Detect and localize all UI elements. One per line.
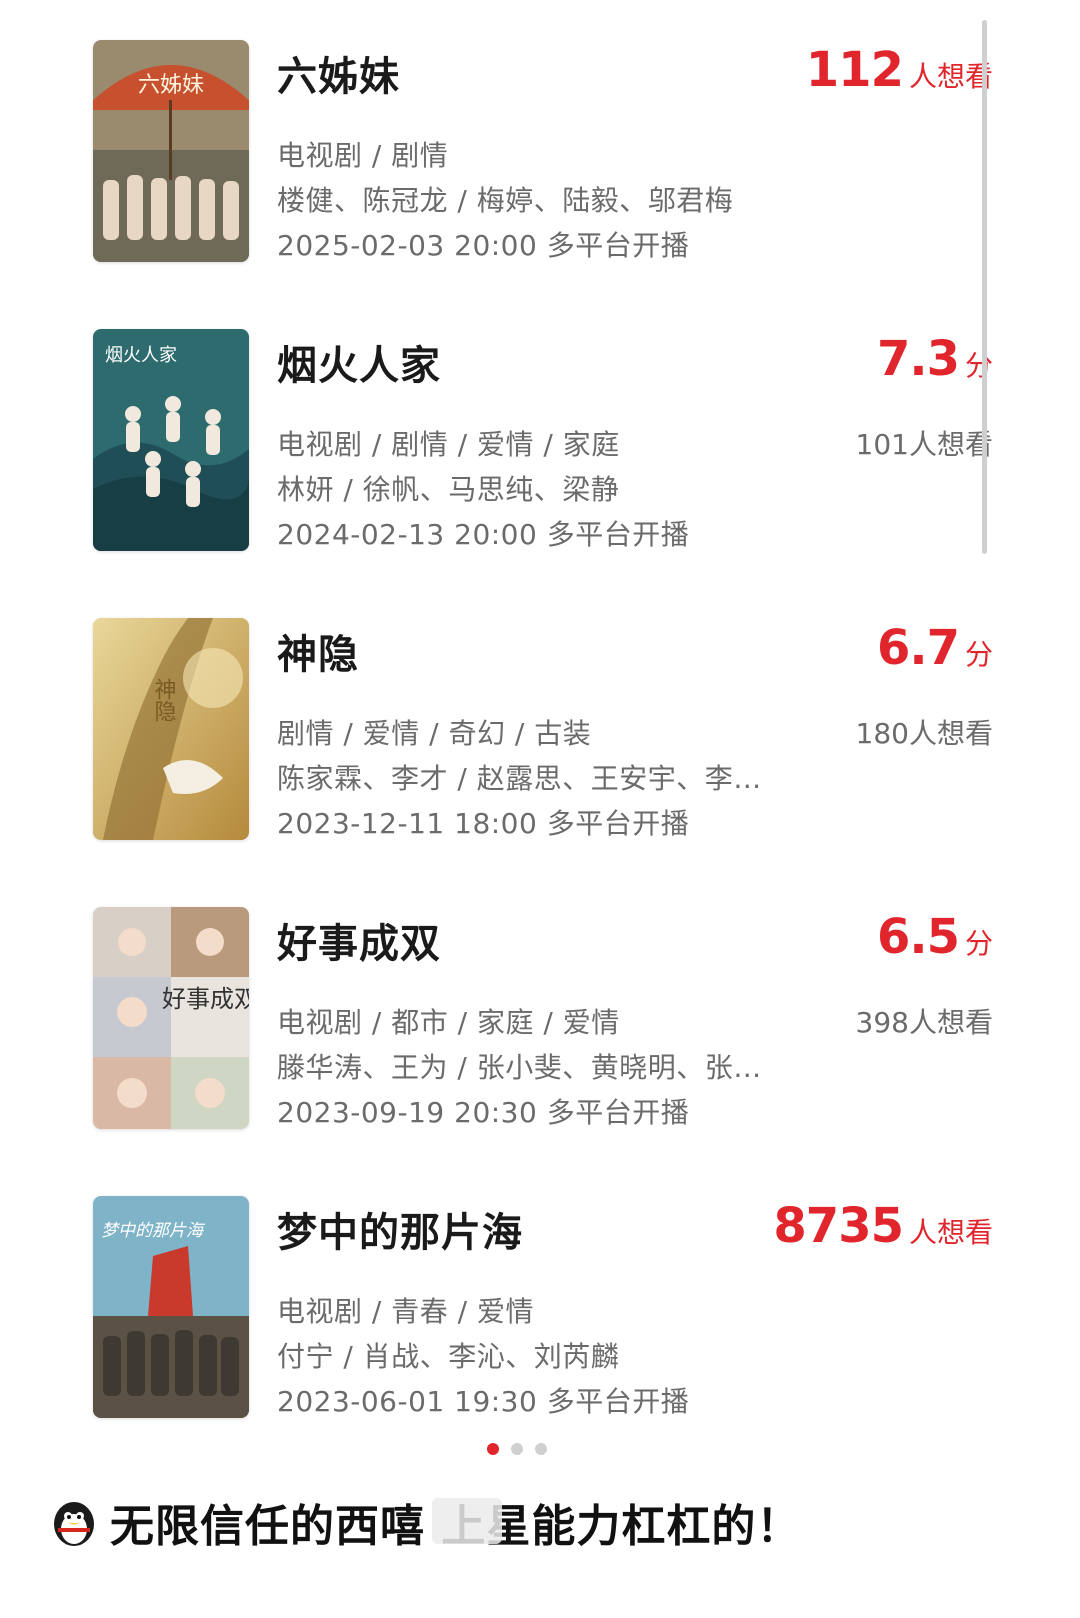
score-value: 8735 (773, 1198, 904, 1254)
score-unit: 人想看 (908, 1216, 993, 1249)
score-value: 6.5 (876, 909, 960, 965)
page-indicator (487, 1443, 547, 1455)
poster-title: 六姊妹 (138, 73, 204, 98)
score-unit: 人想看 (908, 60, 993, 93)
list-item[interactable]: 烟火人家 烟火人家 电视剧 / 剧情 / 爱情 / 家庭 林妍 / 徐帆、马思纯… (93, 329, 993, 553)
score: 6.7 分 (877, 620, 993, 676)
drama-title[interactable]: 好事成双 (277, 911, 441, 969)
score: 7.3 分 (877, 331, 993, 387)
poster-image[interactable]: 六姊妹 (93, 40, 249, 262)
watermark (432, 1498, 502, 1544)
want-count: 398人想看 (855, 1006, 993, 1039)
drama-title[interactable]: 梦中的那片海 (277, 1200, 523, 1258)
page-dot[interactable] (535, 1443, 547, 1455)
list-item[interactable]: 梦中的那片海 梦中的那片海 电视剧 / 青春 / 爱情 付宁 / 肖战、李沁、刘… (93, 1196, 993, 1420)
score: 112 人想看 (806, 42, 993, 98)
want-count: 101人想看 (855, 428, 993, 461)
score-value: 6.7 (876, 620, 960, 676)
score-value: 7.3 (876, 331, 960, 387)
score-value: 112 (805, 42, 904, 98)
cast-text: 陈家霖、李才 / 赵露思、王安宇、李… (277, 762, 762, 795)
poster-image[interactable]: 梦中的那片海 (93, 1196, 249, 1418)
release-date: 2023-06-01 19:30 多平台开播 (277, 1385, 690, 1418)
cast-text: 付宁 / 肖战、李沁、刘芮麟 (277, 1340, 620, 1373)
want-count: 180人想看 (855, 717, 993, 750)
genre-text: 电视剧 / 剧情 / 爱情 / 家庭 (277, 428, 620, 461)
drama-title[interactable]: 烟火人家 (277, 333, 441, 391)
list-item[interactable]: 神隐 神隐 剧情 / 爱情 / 奇幻 / 古装 陈家霖、李才 / 赵露思、王安宇… (93, 618, 993, 842)
release-date: 2023-09-19 20:30 多平台开播 (277, 1096, 690, 1129)
poster-image[interactable]: 神隐 (93, 618, 249, 840)
score-unit: 分 (964, 927, 993, 960)
drama-title[interactable]: 六姊妹 (277, 44, 400, 102)
genre-text: 电视剧 / 剧情 (277, 139, 449, 172)
poster-image[interactable]: 烟火人家 (93, 329, 249, 551)
genre-text: 电视剧 / 青春 / 爱情 (277, 1295, 534, 1328)
list-item[interactable]: 六姊妹 六姊妹 电视剧 / 剧情 楼健、陈冠龙 / 梅婷、陆毅、邬君梅 2025… (93, 40, 993, 264)
poster-title: 好事成双 (162, 985, 249, 1013)
release-date: 2024-02-13 20:00 多平台开播 (277, 518, 690, 551)
caption: 无限信任的西嘻 上星能力杠杠的！ (48, 1492, 801, 1552)
drama-title[interactable]: 神隐 (277, 622, 359, 680)
poster-title: 烟火人家 (105, 345, 177, 366)
cast-text: 楼健、陈冠龙 / 梅婷、陆毅、邬君梅 (277, 184, 734, 217)
score: 6.5 分 (877, 909, 993, 965)
score: 8735 人想看 (773, 1198, 993, 1254)
page-dot[interactable] (511, 1443, 523, 1455)
genre-text: 剧情 / 爱情 / 奇幻 / 古装 (277, 717, 592, 750)
scrollbar[interactable] (982, 20, 987, 554)
poster-title: 梦中的那片海 (101, 1221, 206, 1241)
page-dot-active[interactable] (487, 1443, 499, 1455)
list-item[interactable]: 好事成双 好事成双 电视剧 / 都市 / 家庭 / 爱情 滕华涛、王为 / 张小… (93, 907, 993, 1131)
score-unit: 分 (964, 349, 993, 382)
cast-text: 林妍 / 徐帆、马思纯、梁静 (277, 473, 620, 506)
release-date: 2025-02-03 20:00 多平台开播 (277, 229, 690, 262)
cast-text: 滕华涛、王为 / 张小斐、黄晓明、张… (277, 1051, 762, 1084)
score-unit: 分 (964, 638, 993, 671)
poster-image[interactable]: 好事成双 (93, 907, 249, 1129)
release-date: 2023-12-11 18:00 多平台开播 (277, 807, 690, 840)
poster-title: 神隐 (151, 678, 177, 722)
penguin-icon (54, 1502, 94, 1546)
genre-text: 电视剧 / 都市 / 家庭 / 爱情 (277, 1006, 620, 1039)
